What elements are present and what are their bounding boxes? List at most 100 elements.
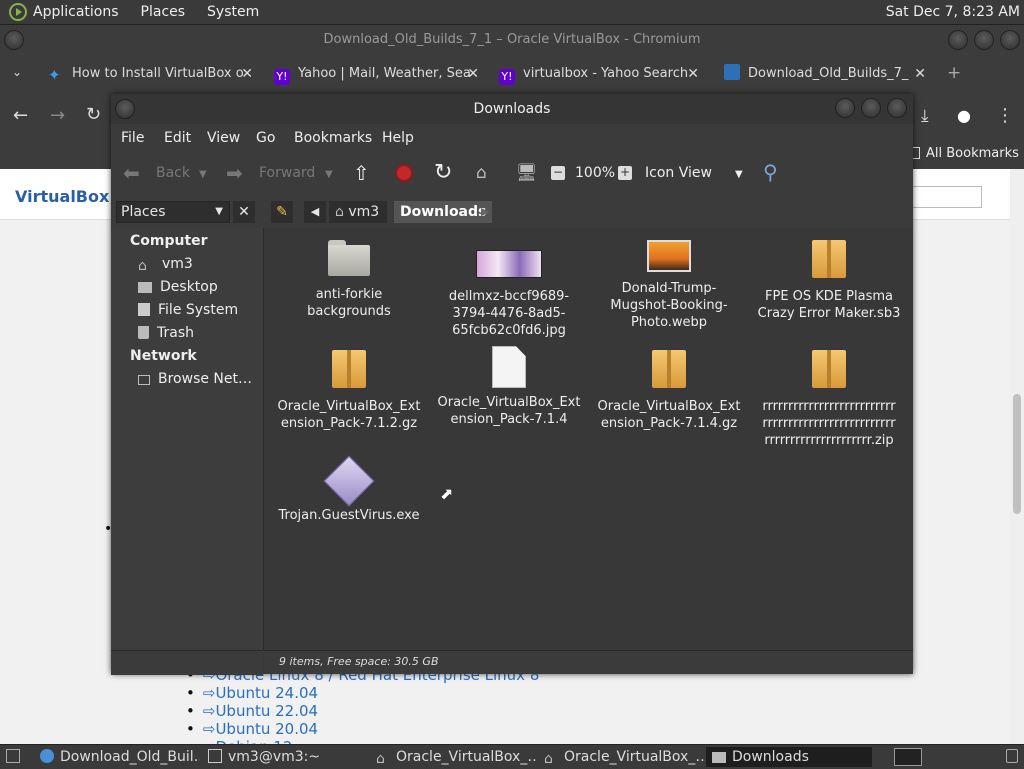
fm-maximize-icon[interactable] — [861, 98, 881, 118]
tab-close-icon[interactable]: ✕ — [241, 59, 253, 89]
archive-package-icon — [812, 350, 846, 388]
sidebar-item-file-system[interactable]: File System — [138, 302, 238, 318]
sidebar-item-browse-network[interactable]: Browse Net… — [138, 371, 252, 387]
file-item[interactable]: rrrrrrrrrrrrrrrrrrrrrrrrrrrrrrrrrrrrrrrr… — [754, 350, 904, 449]
list-item[interactable]: • ⇨Ubuntu 22.04 — [186, 702, 539, 720]
file-item[interactable]: dellmxz-bccf9689-3794-4476-8ad5-65fcb62c… — [434, 240, 584, 339]
task-terminal[interactable]: vm3@vm3:~ — [202, 747, 368, 767]
stop-icon[interactable] — [395, 164, 413, 182]
tab-download-old-builds[interactable]: Download_Old_Builds_7_ ✕ — [724, 59, 926, 91]
file-item[interactable]: Donald-Trump-Mugshot-Booking-Photo.webp — [594, 240, 744, 331]
virtualbox-logo[interactable]: VirtualBox — [15, 187, 109, 206]
file-manager-window: Downloads File Edit View Go Bookmarks He… — [111, 94, 913, 675]
breadcrumb-right-arrow-icon[interactable]: ▶ — [481, 201, 489, 223]
tab-close-icon[interactable]: ✕ — [687, 59, 699, 89]
fm-close-icon[interactable] — [887, 98, 907, 118]
network-icon — [138, 375, 150, 385]
fm-minimize-icon[interactable] — [835, 98, 855, 118]
sidebar-item-desktop[interactable]: Desktop — [138, 279, 218, 295]
tab-install-virtualbox[interactable]: ✦ How to Install VirtualBox o ✕ — [48, 59, 253, 91]
search-icon[interactable]: ⚲ — [763, 160, 778, 184]
top-panel: Applications Places System Sat Dec 7, 8:… — [0, 0, 1024, 25]
applications-menu[interactable]: Applications — [33, 4, 119, 20]
task-oracle-virtualbox-1[interactable]: ⌂ Oracle_VirtualBox_… — [370, 747, 536, 767]
tab-yahoo-search[interactable]: Y! virtualbox - Yahoo Search ✕ — [499, 59, 699, 91]
file-item[interactable]: anti-forkie backgrounds — [274, 240, 424, 320]
chromium-window-menu-icon[interactable] — [4, 30, 24, 50]
chevron-down-icon: ▼ — [215, 206, 223, 217]
browser-back-arrow-icon[interactable]: ← — [13, 105, 28, 126]
file-item[interactable]: Oracle_VirtualBox_Extension_Pack-7.1.4.g… — [594, 350, 744, 432]
fm-window-menu-icon[interactable] — [115, 99, 135, 119]
list-item[interactable]: • ⇨Ubuntu 24.04 — [186, 684, 539, 702]
close-icon[interactable] — [1000, 30, 1020, 50]
home-folder-icon[interactable]: ⌂ — [476, 163, 487, 183]
web-scrollbar[interactable] — [1010, 169, 1024, 744]
menu-go[interactable]: Go — [256, 130, 275, 146]
breadcrumb-vm3[interactable]: ⌂ vm3 — [329, 201, 388, 223]
menu-file[interactable]: File — [121, 130, 144, 146]
file-item[interactable]: FPE OS KDE Plasma Crazy Error Maker.sb3 — [754, 240, 904, 322]
sidebar-item-trash[interactable]: Trash — [138, 325, 194, 341]
file-item[interactable]: Oracle_VirtualBox_Extension_Pack-7.1.2.g… — [274, 350, 424, 432]
menu-edit[interactable]: Edit — [164, 130, 191, 146]
profile-avatar-icon[interactable]: ● — [957, 106, 971, 125]
all-bookmarks-button[interactable]: All Bookmarks — [926, 146, 1019, 161]
maximize-icon[interactable] — [974, 30, 994, 50]
bird-favicon-icon: ✦ — [48, 66, 61, 84]
browser-menu-kebab-icon[interactable]: ⋮ — [996, 105, 1014, 126]
gnome-logo-icon[interactable] — [9, 3, 27, 21]
back-history-dropdown-icon[interactable]: ▼ — [199, 169, 207, 180]
forward-history-dropdown-icon[interactable]: ▼ — [325, 169, 333, 180]
tab-close-icon[interactable]: ✕ — [914, 59, 926, 89]
task-downloads[interactable]: Downloads — [706, 747, 872, 767]
sidebar-places-select[interactable]: Places ▼ — [116, 201, 230, 223]
breadcrumb-downloads[interactable]: Downloads — [394, 201, 493, 223]
computer-icon[interactable]: 🖥 — [516, 163, 538, 183]
zoom-level[interactable]: 100% — [575, 165, 615, 181]
browser-forward-arrow-icon[interactable]: → — [50, 105, 65, 126]
virtualbox-favicon-icon — [724, 64, 740, 80]
file-item[interactable]: Trojan.GuestVirus.exe — [274, 455, 424, 524]
tab-search-chevron-icon[interactable]: ⌄ — [12, 65, 22, 79]
file-item[interactable]: Oracle_VirtualBox_Extension_Pack-7.1.4 — [434, 346, 584, 428]
menu-view[interactable]: View — [207, 130, 240, 146]
back-button[interactable]: Back — [156, 165, 190, 181]
view-mode-select[interactable]: Icon View — [645, 165, 712, 181]
new-tab-plus-icon[interactable]: + — [947, 63, 961, 83]
web-scrollbar-thumb[interactable] — [1013, 394, 1021, 514]
edit-location-pencil-icon[interactable]: ✎ — [271, 201, 293, 223]
tab-close-icon[interactable]: ✕ — [467, 59, 479, 89]
menu-bookmarks[interactable]: Bookmarks — [294, 130, 372, 146]
folder-icon: ⌂ — [544, 751, 553, 767]
workspace-switcher[interactable] — [894, 748, 922, 766]
fm-titlebar[interactable]: Downloads — [111, 94, 913, 124]
zoom-in-icon[interactable]: + — [618, 166, 632, 180]
menu-help[interactable]: Help — [382, 130, 414, 146]
tab-yahoo-mail[interactable]: Y! Yahoo | Mail, Weather, Sea ✕ — [274, 59, 479, 91]
breadcrumb-left-arrow-icon[interactable]: ◀ — [304, 201, 326, 223]
task-chromium[interactable]: Download_Old_Buil… — [34, 747, 200, 767]
forward-button[interactable]: Forward — [259, 165, 315, 181]
places-menu[interactable]: Places — [141, 4, 186, 20]
clock[interactable]: Sat Dec 7, 8:23 AM — [886, 4, 1020, 20]
chromium-icon — [40, 749, 54, 763]
minimize-icon[interactable] — [948, 30, 968, 50]
browser-reload-icon[interactable]: ↻ — [86, 104, 101, 125]
tab-strip: ⌄ ✦ How to Install VirtualBox o ✕ Y! Yahoo… — [0, 55, 1024, 93]
system-menu[interactable]: System — [207, 4, 259, 20]
back-arrow-icon[interactable]: ⬅ — [123, 161, 140, 185]
task-oracle-virtualbox-2[interactable]: ⌂ Oracle_VirtualBox_… — [538, 747, 704, 767]
sidebar-close-icon[interactable]: ✕ — [233, 201, 255, 223]
zoom-out-icon[interactable]: − — [551, 166, 565, 180]
up-parent-icon[interactable]: ⇧ — [353, 161, 370, 185]
reload-icon[interactable]: ↻ — [434, 160, 452, 185]
list-item[interactable]: • ⇨Ubuntu 20.04 — [186, 720, 539, 738]
download-icon[interactable]: ⤓ — [921, 106, 929, 126]
view-mode-dropdown-icon[interactable]: ▼ — [735, 169, 743, 180]
sidebar-item-vm3[interactable]: ⌂ vm3 — [138, 256, 193, 274]
show-desktop-icon[interactable] — [6, 749, 20, 763]
forward-arrow-icon[interactable]: ➡ — [226, 161, 243, 185]
desktop-folder-icon — [138, 282, 152, 293]
trash-applet-icon[interactable] — [1006, 749, 1018, 763]
